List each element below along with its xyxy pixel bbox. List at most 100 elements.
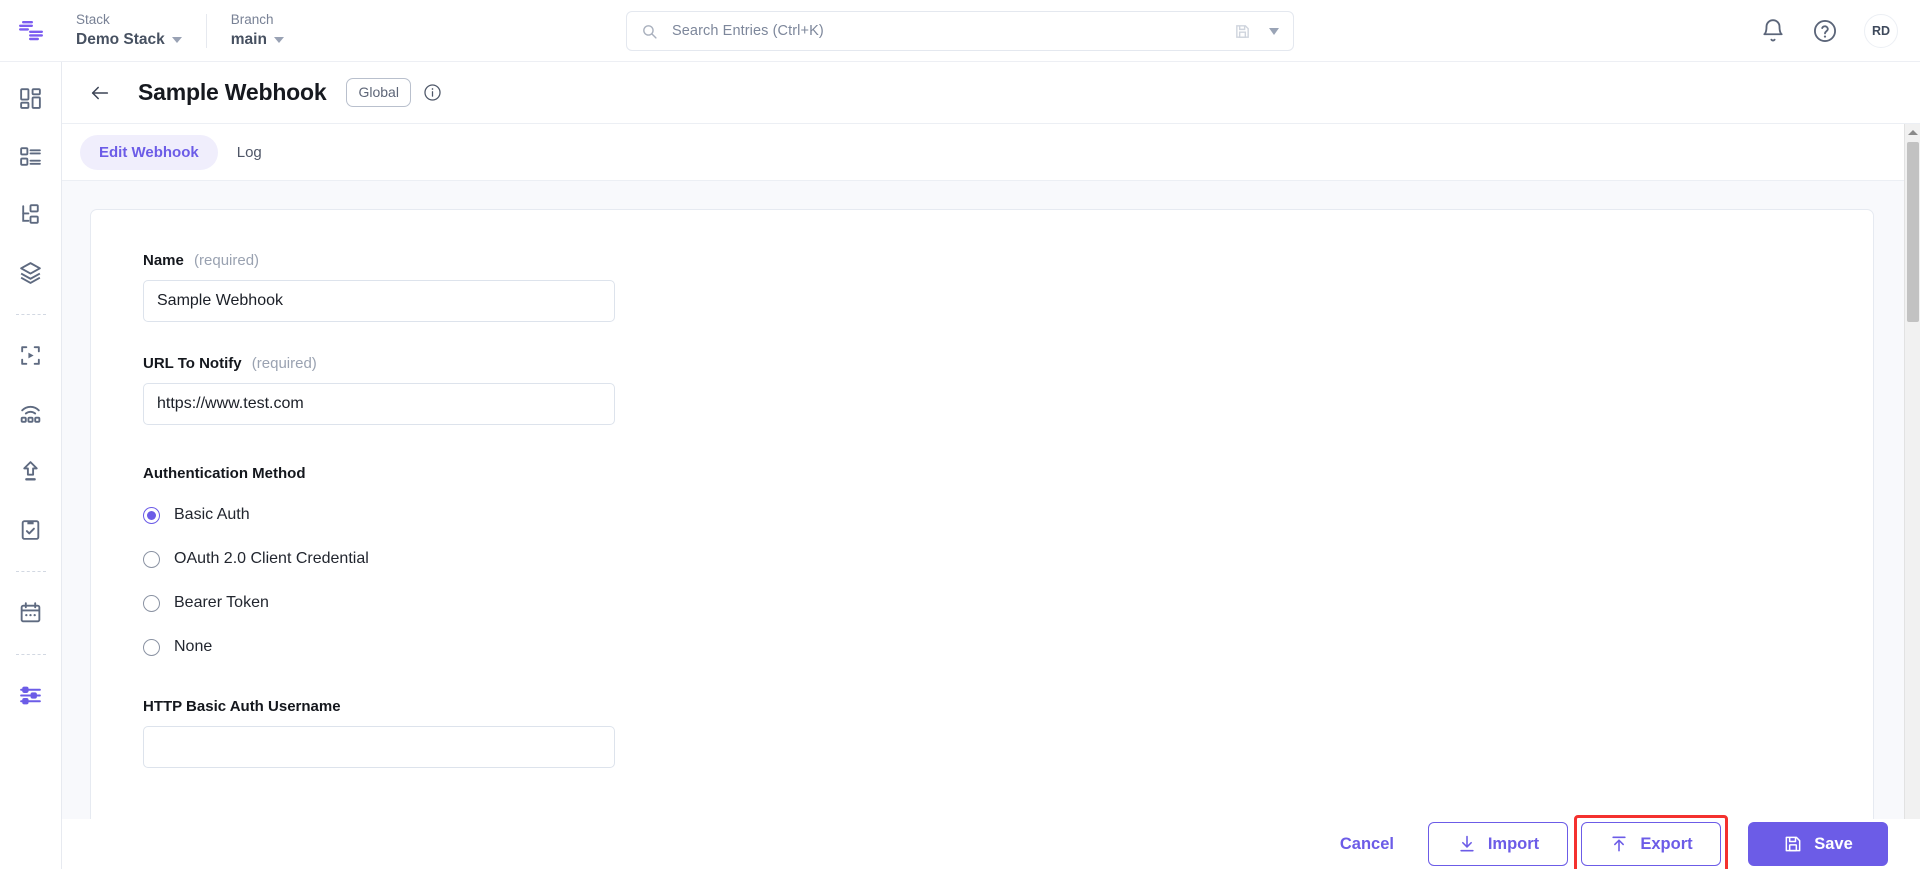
floppy-disk-icon bbox=[1785, 836, 1801, 852]
tab-edit-webhook[interactable]: Edit Webhook bbox=[80, 134, 218, 170]
bell-icon[interactable] bbox=[1760, 18, 1786, 44]
sidebar-item-calendar[interactable] bbox=[11, 592, 51, 632]
stack-label: Stack bbox=[76, 11, 110, 27]
radio-indicator bbox=[143, 638, 160, 656]
url-label-text: URL To Notify bbox=[143, 355, 242, 372]
name-input[interactable]: Sample Webhook bbox=[143, 280, 615, 322]
dashboard-icon bbox=[20, 87, 41, 109]
upload-arrow-icon bbox=[1612, 836, 1626, 852]
export-highlight-annotation: Export bbox=[1574, 815, 1728, 869]
page-title: Sample Webhook bbox=[138, 79, 327, 105]
left-nav-rail bbox=[0, 62, 62, 869]
rail-divider bbox=[15, 571, 46, 572]
name-label-text: Name bbox=[143, 252, 184, 269]
download-arrow-icon bbox=[1460, 835, 1474, 852]
save-label: Save bbox=[1814, 834, 1853, 853]
name-required-hint: (required) bbox=[194, 252, 260, 269]
sidebar-item-assets[interactable] bbox=[11, 252, 51, 292]
field-url: URL To Notify (required) https://www.tes… bbox=[143, 355, 1873, 425]
search-dropdown-caret-icon[interactable] bbox=[1269, 27, 1279, 35]
webhook-form-card: Name (required) Sample Webhook URL To No… bbox=[90, 209, 1874, 819]
stack-value-text: Demo Stack bbox=[76, 30, 165, 48]
scroll-up-button[interactable] bbox=[1905, 124, 1920, 140]
branch-value[interactable]: main bbox=[231, 29, 284, 51]
field-name: Name (required) Sample Webhook bbox=[143, 252, 1873, 322]
contentstack-logo-icon bbox=[19, 20, 43, 40]
page-header: Sample Webhook Global bbox=[62, 62, 1920, 124]
url-required-hint: (required) bbox=[251, 355, 317, 372]
radio-label: Bearer Token bbox=[174, 594, 269, 611]
chevron-down-icon bbox=[273, 36, 284, 43]
scrollbar-thumb[interactable] bbox=[1907, 142, 1919, 322]
sidebar-item-live-preview[interactable] bbox=[11, 335, 51, 375]
sidebar-item-content-types[interactable] bbox=[11, 136, 51, 176]
content-area: Name (required) Sample Webhook URL To No… bbox=[62, 180, 1920, 819]
radio-label: Basic Auth bbox=[174, 506, 250, 523]
export-label: Export bbox=[1640, 834, 1693, 853]
radio-indicator bbox=[143, 506, 160, 524]
rail-divider bbox=[15, 314, 46, 315]
question-circle-icon[interactable] bbox=[1812, 18, 1838, 44]
taxonomy-icon bbox=[22, 203, 39, 224]
url-label: URL To Notify (required) bbox=[143, 355, 1873, 372]
app-root: Stack Demo Stack Branch main Search Entr… bbox=[0, 0, 1920, 869]
context-switchers: Stack Demo Stack Branch main bbox=[76, 11, 306, 51]
radio-label: None bbox=[174, 638, 213, 655]
name-label: Name (required) bbox=[143, 252, 1873, 269]
sidebar-item-settings[interactable] bbox=[11, 675, 51, 715]
brand-logo[interactable] bbox=[0, 0, 62, 62]
sidebar-item-dashboard[interactable] bbox=[11, 78, 51, 118]
divider bbox=[205, 13, 207, 48]
basic-username-input[interactable] bbox=[143, 726, 615, 768]
radio-bearer-token[interactable]: Bearer Token bbox=[143, 594, 1873, 612]
top-bar: Stack Demo Stack Branch main Search Entr… bbox=[0, 0, 1920, 62]
avatar[interactable]: RD bbox=[1864, 14, 1898, 48]
rail-divider bbox=[15, 654, 46, 655]
assets-icon bbox=[20, 261, 41, 284]
releases-icon bbox=[20, 405, 41, 423]
vertical-scrollbar[interactable] bbox=[1904, 124, 1920, 819]
calendar-icon bbox=[20, 601, 41, 622]
live-preview-icon bbox=[21, 345, 40, 365]
chevron-down-icon bbox=[171, 36, 182, 43]
branch-value-text: main bbox=[230, 30, 267, 48]
tab-bar: Edit Webhook Log bbox=[62, 124, 1920, 180]
radio-indicator bbox=[143, 594, 160, 612]
search-icon bbox=[643, 24, 657, 39]
export-button[interactable]: Export bbox=[1581, 822, 1721, 866]
publish-queue-icon bbox=[23, 460, 38, 480]
save-search-icon[interactable] bbox=[1234, 23, 1251, 40]
stack-switcher[interactable]: Stack Demo Stack bbox=[76, 11, 204, 51]
caret-up-icon bbox=[1908, 129, 1918, 135]
settings-sliders-icon bbox=[20, 686, 41, 704]
sidebar-item-taxonomy[interactable] bbox=[11, 194, 51, 234]
basic-username-label: HTTP Basic Auth Username bbox=[143, 698, 341, 715]
info-circle-icon[interactable] bbox=[423, 83, 442, 102]
save-button[interactable]: Save bbox=[1748, 822, 1888, 866]
top-bar-actions: RD bbox=[1760, 0, 1898, 62]
search-bar[interactable]: Search Entries (Ctrl+K) bbox=[626, 11, 1294, 51]
content-types-icon bbox=[20, 146, 41, 166]
radio-oauth2-client-credential[interactable]: OAuth 2.0 Client Credential bbox=[143, 550, 1873, 568]
status-badge: Global bbox=[346, 78, 411, 107]
cancel-button[interactable]: Cancel bbox=[1320, 835, 1414, 854]
import-label: Import bbox=[1487, 834, 1540, 853]
url-input[interactable]: https://www.test.com bbox=[143, 383, 615, 425]
branch-label: Branch bbox=[230, 11, 274, 27]
sidebar-item-releases[interactable] bbox=[11, 393, 51, 433]
back-button[interactable] bbox=[84, 77, 116, 109]
auth-section-title: Authentication Method bbox=[143, 465, 306, 482]
sidebar-item-workflow[interactable] bbox=[11, 509, 51, 549]
tab-log[interactable]: Log bbox=[218, 135, 281, 170]
search-actions bbox=[1234, 23, 1279, 40]
stack-value[interactable]: Demo Stack bbox=[76, 29, 182, 51]
radio-basic-auth[interactable]: Basic Auth bbox=[143, 506, 1873, 524]
radio-none[interactable]: None bbox=[143, 638, 1873, 656]
arrow-left-icon bbox=[91, 86, 109, 99]
form-action-bar: Cancel Import Export Save bbox=[62, 815, 1920, 869]
search-input[interactable]: Search Entries (Ctrl+K) bbox=[672, 23, 824, 39]
radio-label: OAuth 2.0 Client Credential bbox=[174, 550, 369, 567]
sidebar-item-publish-queue[interactable] bbox=[11, 451, 51, 491]
branch-switcher[interactable]: Branch main bbox=[231, 11, 306, 51]
import-button[interactable]: Import bbox=[1428, 822, 1568, 866]
